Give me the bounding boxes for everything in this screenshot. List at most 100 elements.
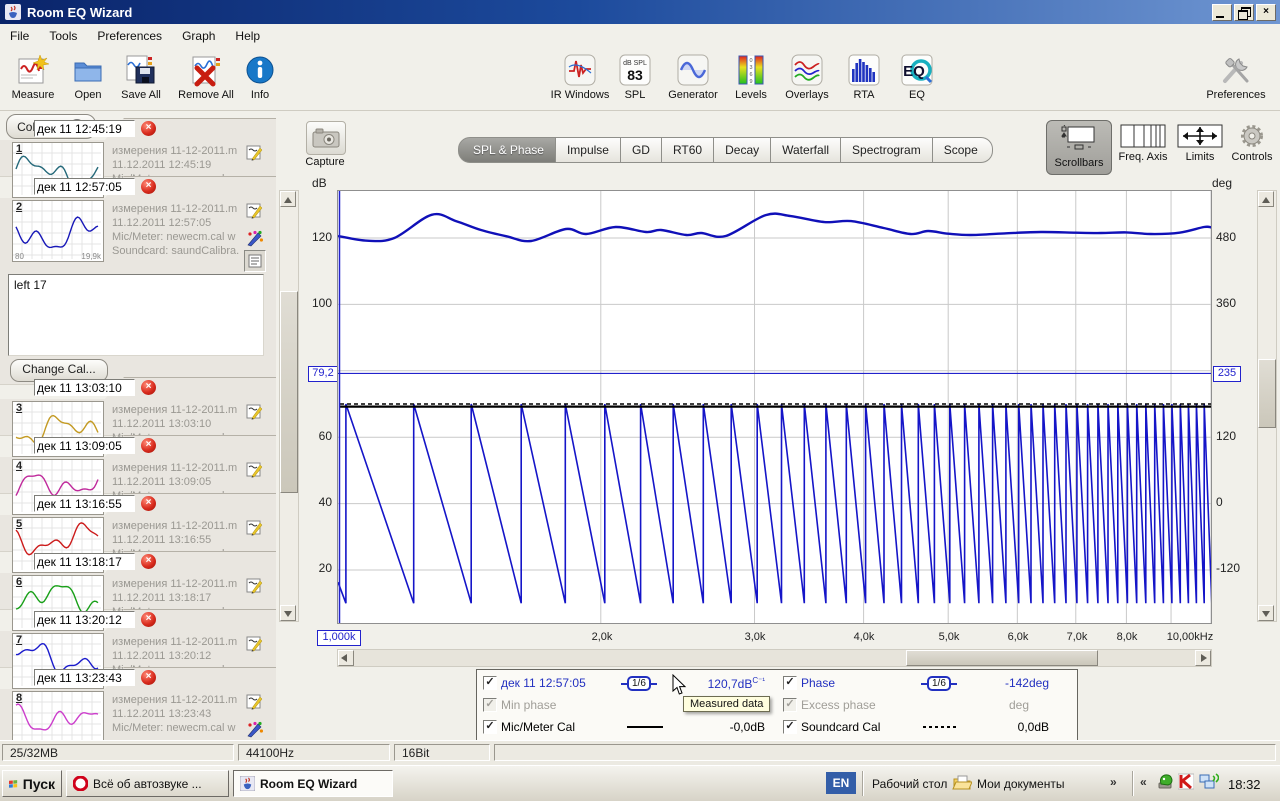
delete-measurement-button[interactable]: × xyxy=(141,121,156,136)
start-button[interactable]: Пуск xyxy=(2,770,62,797)
eq-button[interactable]: EQ EQ xyxy=(887,51,947,107)
measurement-name-input[interactable] xyxy=(34,379,135,396)
measurement-name-input[interactable] xyxy=(34,669,135,686)
minimize-button[interactable] xyxy=(1212,4,1232,21)
restore-button[interactable] xyxy=(1234,4,1254,21)
tab-impulse[interactable]: Impulse xyxy=(556,137,621,163)
menu-tools[interactable]: Tools xyxy=(39,26,87,46)
spl-meter-button[interactable]: dB SPL 83 SPL xyxy=(605,51,665,107)
excess-phase-checkbox[interactable]: ✓ xyxy=(783,698,797,712)
menu-graph[interactable]: Graph xyxy=(172,26,225,46)
mic-cal-checkbox[interactable]: ✓ xyxy=(483,720,497,734)
scroll-right-arrow[interactable] xyxy=(1195,650,1211,666)
scroll-thumb[interactable] xyxy=(906,650,1098,666)
language-indicator[interactable]: EN xyxy=(826,772,856,794)
tab-spectrogram[interactable]: Spectrogram xyxy=(841,137,933,163)
measurement-name-input[interactable] xyxy=(34,437,135,454)
edit-notes-icon[interactable] xyxy=(246,519,263,536)
freq-axis-button[interactable]: Freq. Axis xyxy=(1114,124,1172,163)
open-button[interactable]: Open xyxy=(58,51,118,107)
remove-all-button[interactable]: Remove All xyxy=(176,51,236,107)
edit-notes-icon[interactable] xyxy=(246,577,263,594)
edit-notes-icon[interactable] xyxy=(246,635,263,652)
info-button[interactable]: Info xyxy=(230,51,290,107)
edit-notes-icon[interactable] xyxy=(246,461,263,478)
phase-smoothing-button[interactable]: 1/6 xyxy=(921,676,957,691)
tray-network-icon[interactable] xyxy=(1199,773,1219,790)
scroll-down-arrow[interactable] xyxy=(280,605,296,621)
tray-collapse-chevron[interactable]: « xyxy=(1140,775,1147,789)
delete-measurement-button[interactable]: × xyxy=(141,612,156,627)
generator-label: Generator xyxy=(663,89,723,101)
task-room-eq-wizard[interactable]: Room EQ Wizard xyxy=(233,770,393,797)
limits-button[interactable]: Limits xyxy=(1174,124,1226,163)
menu-file[interactable]: File xyxy=(0,26,39,46)
menu-preferences[interactable]: Preferences xyxy=(87,26,172,46)
measurement-notes-input[interactable]: left 17 xyxy=(8,274,264,356)
scroll-left-arrow[interactable] xyxy=(338,650,354,666)
phase-checkbox[interactable]: ✓ xyxy=(783,676,797,690)
delete-measurement-button[interactable]: × xyxy=(141,554,156,569)
tray-kaspersky-icon[interactable] xyxy=(1178,773,1194,790)
notes-toggle-button[interactable] xyxy=(244,250,266,272)
smoothing-button[interactable]: 1/6 xyxy=(621,676,657,691)
measurement-name-input[interactable] xyxy=(34,495,135,512)
measurement-card-2-selected[interactable]: × 2 80 19,9k измерения 11-12-2011.m 11.1… xyxy=(0,176,276,384)
my-documents-toolbar[interactable]: Мои документы xyxy=(977,777,1064,791)
tray-green-utility-icon[interactable] xyxy=(1157,773,1174,790)
toolbar-overflow-chevron[interactable]: » xyxy=(1110,775,1117,789)
ir-windows-button[interactable]: IR Windows xyxy=(550,51,610,107)
spl-phase-plot[interactable] xyxy=(337,190,1212,624)
measurement-name-input[interactable] xyxy=(34,120,135,137)
close-button[interactable]: × xyxy=(1256,4,1276,21)
min-phase-checkbox[interactable]: ✓ xyxy=(483,698,497,712)
trace-checkbox[interactable]: ✓ xyxy=(483,676,497,690)
preferences-button[interactable]: Preferences xyxy=(1206,51,1266,107)
tab-scope[interactable]: Scope xyxy=(933,137,993,163)
levels-button[interactable]: 0 3 6 9 Levels xyxy=(721,51,781,107)
trace-color-icon[interactable] xyxy=(246,230,263,247)
delete-measurement-button[interactable]: × xyxy=(141,380,156,395)
trace-color-icon[interactable] xyxy=(246,721,263,738)
status-spacer xyxy=(494,744,1276,761)
measurement-name-input[interactable] xyxy=(34,611,135,628)
tab-spl-phase[interactable]: SPL & Phase xyxy=(458,137,556,163)
soundcard-cal-checkbox[interactable]: ✓ xyxy=(783,720,797,734)
delete-measurement-button[interactable]: × xyxy=(141,496,156,511)
scroll-up-arrow[interactable] xyxy=(280,191,296,207)
generator-button[interactable]: Generator xyxy=(663,51,723,107)
deg-axis-scrollbar[interactable] xyxy=(1257,190,1277,622)
edit-notes-icon[interactable] xyxy=(246,202,263,219)
y-tick-60: 60 xyxy=(300,429,332,443)
scrollbars-toggle-button[interactable]: Scrollbars xyxy=(1046,120,1112,175)
freq-scrollbar[interactable] xyxy=(337,649,1212,667)
scroll-up-arrow[interactable] xyxy=(1258,191,1274,207)
controls-button[interactable]: Controls xyxy=(1228,124,1276,163)
db-axis-scrollbar[interactable] xyxy=(279,190,299,622)
delete-measurement-button[interactable]: × xyxy=(141,670,156,685)
save-all-icon xyxy=(124,53,158,87)
measurement-name-input[interactable] xyxy=(34,553,135,570)
measurement-name-input[interactable] xyxy=(34,178,135,195)
task-opera[interactable]: Всё об автозвуке ... xyxy=(66,770,229,797)
menu-help[interactable]: Help xyxy=(225,26,270,46)
capture-button[interactable] xyxy=(306,121,346,155)
save-all-button[interactable]: Save All xyxy=(111,51,171,107)
tab-gd[interactable]: GD xyxy=(621,137,662,163)
edit-notes-icon[interactable] xyxy=(246,693,263,710)
edit-notes-icon[interactable] xyxy=(246,403,263,420)
delete-measurement-button[interactable]: × xyxy=(141,179,156,194)
tab-decay[interactable]: Decay xyxy=(714,137,771,163)
desktop-toolbar[interactable]: Рабочий стол xyxy=(872,777,947,791)
scroll-thumb[interactable] xyxy=(1258,359,1276,428)
edit-notes-icon[interactable] xyxy=(246,144,263,161)
scroll-down-arrow[interactable] xyxy=(1258,605,1274,621)
tab-waterfall[interactable]: Waterfall xyxy=(771,137,841,163)
scroll-thumb[interactable] xyxy=(280,291,298,493)
measure-button[interactable]: Measure xyxy=(3,51,63,107)
delete-measurement-button[interactable]: × xyxy=(141,438,156,453)
overlays-button[interactable]: Overlays xyxy=(777,51,837,107)
measurement-card-8[interactable]: × 8 измерения 11-12-2011.m11.12.2011 13:… xyxy=(0,667,276,742)
rta-button[interactable]: RTA xyxy=(834,51,894,107)
tab-rt60[interactable]: RT60 xyxy=(662,137,714,163)
